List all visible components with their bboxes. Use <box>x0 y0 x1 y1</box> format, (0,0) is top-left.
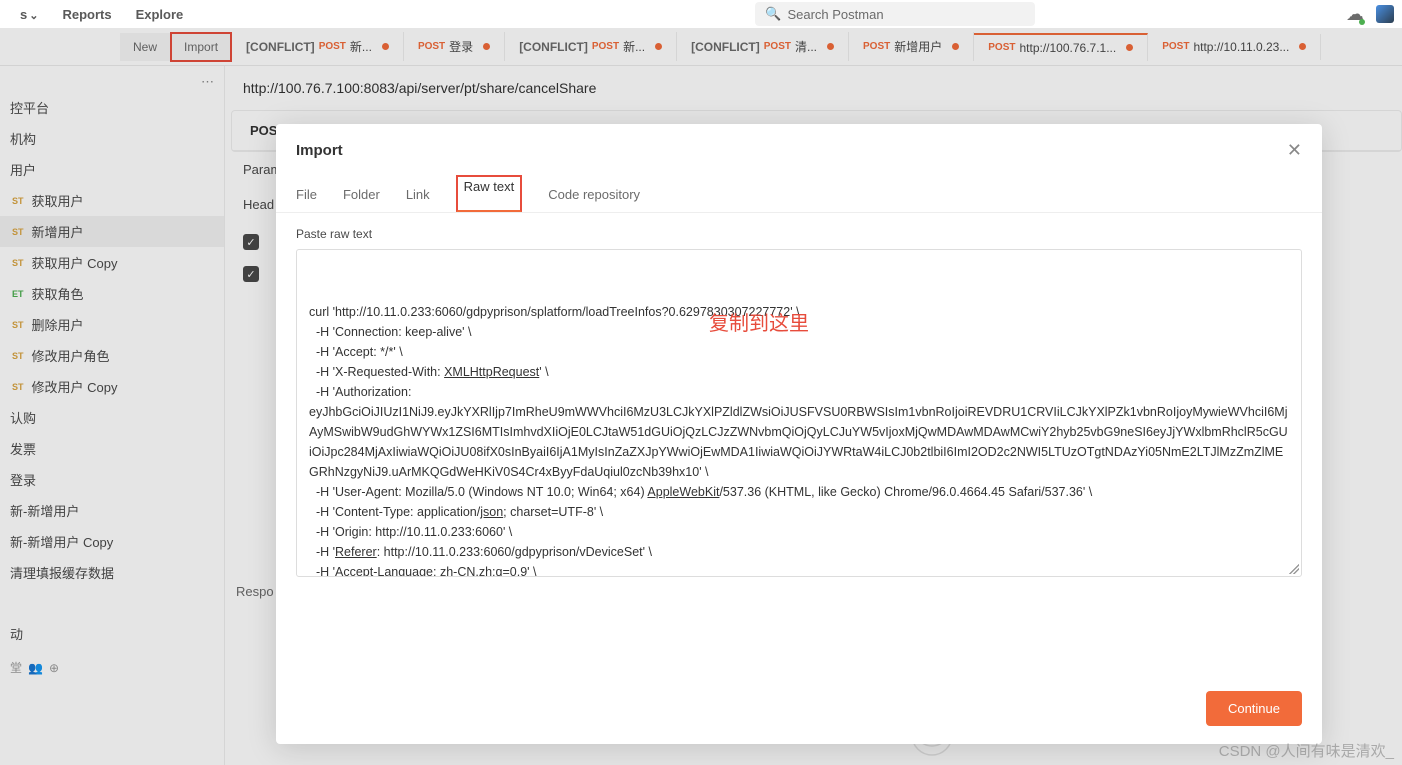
tab-file[interactable]: File <box>296 177 317 212</box>
sync-icon[interactable]: ☁ <box>1346 4 1364 25</box>
reports-nav[interactable]: Reports <box>50 3 123 26</box>
avatar[interactable] <box>1376 5 1394 23</box>
workspace-dropdown[interactable]: s⌄ <box>8 3 50 26</box>
tab-code-repository[interactable]: Code repository <box>548 177 640 212</box>
paste-raw-text-label: Paste raw text <box>276 213 1322 249</box>
resize-handle-icon[interactable] <box>1289 564 1299 574</box>
search-postman[interactable]: 🔍 Search Postman <box>755 2 1035 26</box>
annotation-text: 复制到这里 <box>709 308 809 340</box>
import-modal: Import ✕ File Folder Link Raw text Code … <box>276 124 1322 744</box>
top-menu-bar: s⌄ Reports Explore 🔍 Search Postman ☁ <box>0 0 1402 28</box>
modal-title: Import <box>296 142 343 159</box>
explore-nav[interactable]: Explore <box>124 3 196 26</box>
import-tabs: File Folder Link Raw text Code repositor… <box>276 177 1322 213</box>
tab-raw-text[interactable]: Raw text <box>456 175 523 212</box>
raw-text-input[interactable]: 复制到这里 curl 'http://10.11.0.233:6060/gdpy… <box>296 249 1302 577</box>
search-placeholder: Search Postman <box>787 7 883 22</box>
tab-folder[interactable]: Folder <box>343 177 380 212</box>
continue-button[interactable]: Continue <box>1206 691 1302 726</box>
watermark: CSDN @人间有味是清欢_ <box>1219 740 1394 761</box>
search-icon: 🔍 <box>765 6 781 22</box>
chevron-down-icon: ⌄ <box>29 10 38 22</box>
tab-link[interactable]: Link <box>406 177 430 212</box>
close-icon[interactable]: ✕ <box>1287 140 1302 161</box>
